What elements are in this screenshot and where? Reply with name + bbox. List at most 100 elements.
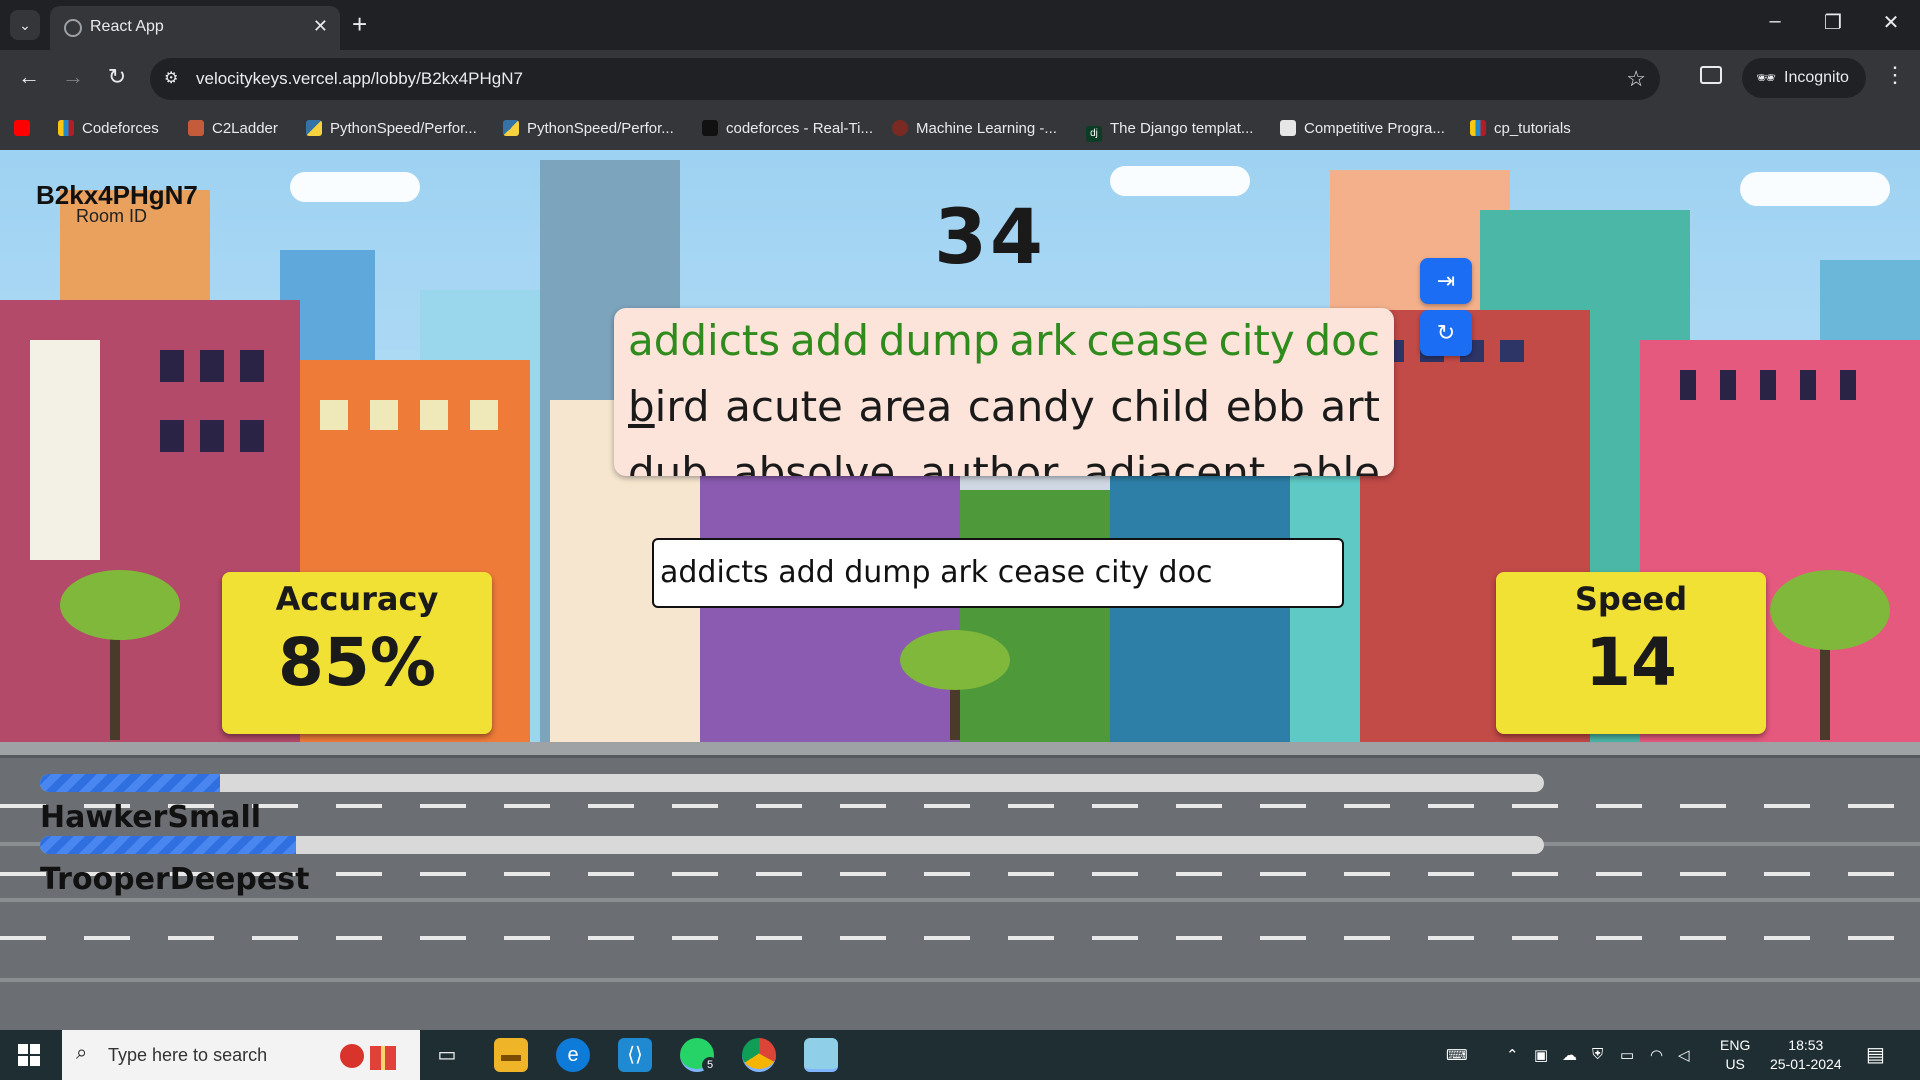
app-icon[interactable] [804, 1038, 838, 1072]
pending-word: author [920, 448, 1059, 476]
pending-word: dub [628, 448, 708, 476]
lang-top: ENG [1720, 1037, 1751, 1053]
typed-word: addicts [628, 316, 781, 365]
bookmark-label: PythonSpeed/Perfor... [527, 120, 674, 137]
pending-words-line: dub absolve author adjacent able [628, 440, 1380, 476]
notifications-icon[interactable]: ▤ [1866, 1042, 1885, 1067]
battery-icon[interactable]: ▭ [1620, 1046, 1634, 1064]
bookmark-django[interactable]: dj The Django templat... [1086, 117, 1253, 142]
cloud-icon[interactable]: ☁ [1562, 1046, 1577, 1064]
speed-value: 14 [1585, 624, 1677, 701]
pending-word: candy [967, 382, 1095, 431]
words-panel: addicts add dump ark cease city doc bird… [614, 308, 1394, 476]
pending-word: art [1320, 382, 1380, 431]
pending-word: child [1110, 382, 1211, 431]
back-arrow-icon[interactable]: ← [14, 64, 44, 90]
edge-icon[interactable]: e [556, 1038, 590, 1072]
vscode-icon[interactable]: ⟨⟩ [618, 1038, 652, 1072]
bookmark-competitive-programming[interactable]: Competitive Progra... [1280, 117, 1445, 141]
sidewalk-curb [0, 742, 1920, 758]
player-progress-fill [40, 836, 296, 854]
chevron-up-icon[interactable]: ⌃ [1506, 1046, 1519, 1064]
room-id-label: Room ID [76, 206, 148, 226]
pending-words-line: bird acute area candy child ebb art [628, 374, 1380, 440]
active-tab[interactable]: React App ✕ [50, 6, 340, 50]
wifi-icon[interactable]: ◠ [1650, 1046, 1663, 1064]
security-icon[interactable]: ⛨ [1592, 1046, 1603, 1063]
typing-input[interactable]: addicts add dump ark cease city doc [652, 538, 1344, 608]
new-tab-plus-icon[interactable]: + [352, 10, 367, 38]
exit-icon: ⇥ [1436, 268, 1456, 293]
minimize-icon[interactable]: – [1760, 10, 1790, 33]
volume-icon[interactable]: ◁ [1678, 1046, 1690, 1064]
bookmark-cp-tutorials[interactable]: cp_tutorials [1470, 117, 1571, 141]
side-panel-icon[interactable] [1700, 66, 1722, 84]
lang-bottom: US [1725, 1056, 1745, 1072]
bookmark-pythonspeed-2[interactable]: PythonSpeed/Perfor... [503, 117, 674, 141]
whatsapp-icon[interactable]: 5 [680, 1038, 718, 1073]
restore-icon[interactable]: ❐ [1818, 10, 1848, 35]
bookmark-machine-learning[interactable]: Machine Learning -... [892, 117, 1057, 141]
tree [1770, 570, 1890, 650]
typed-word: ark [1009, 316, 1077, 365]
tab-close-icon[interactable]: ✕ [313, 16, 328, 37]
player-name: HawkerSmall [40, 800, 262, 835]
keyboard-icon[interactable]: ⌨ [1446, 1046, 1468, 1064]
bookmark-codeforces[interactable]: Codeforces [58, 117, 159, 141]
incognito-badge[interactable]: 🕶 Incognito [1742, 58, 1866, 98]
tab-title: React App [90, 18, 164, 35]
tab-search-chevron-icon[interactable]: ⌄ [10, 10, 40, 40]
youtube-icon [14, 120, 30, 136]
browser-toolbar: ← → ↻ ⚙ velocitykeys.vercel.app/lobby/B2… [0, 50, 1920, 108]
window-close-icon[interactable]: ✕ [1876, 10, 1906, 35]
typed-word: add [789, 316, 869, 365]
taskbar-search[interactable]: ⌕ Type here to search [62, 1030, 420, 1080]
search-placeholder: Type here to search [108, 1045, 268, 1065]
whatsapp-badge: 5 [702, 1057, 718, 1073]
browser-menu-icon[interactable]: ⋮ [1884, 62, 1906, 88]
player-progress-track [40, 836, 1544, 854]
codeforces-icon [58, 120, 74, 136]
codeforces-icon [1470, 120, 1486, 136]
bookmark-label: PythonSpeed/Perfor... [330, 120, 477, 137]
accuracy-card: Accuracy 85% [222, 572, 492, 734]
lane-marking [0, 936, 1920, 940]
windows-start-icon[interactable] [18, 1044, 40, 1066]
bookmark-codeforces-realtime[interactable]: codeforces - Real-Ti... [702, 117, 873, 141]
bookmark-label: Machine Learning -... [916, 120, 1057, 137]
url-text[interactable]: velocitykeys.vercel.app/lobby/B2kx4PHgN7 [196, 69, 523, 89]
restart-button[interactable]: ↻ [1420, 310, 1472, 356]
bookmark-youtube[interactable] [14, 117, 38, 141]
file-explorer-icon[interactable]: ▬ [494, 1038, 528, 1072]
c2ladder-icon [188, 120, 204, 136]
accuracy-value: 85% [278, 624, 436, 701]
leave-room-button[interactable]: ⇥ [1420, 258, 1472, 304]
windows-taskbar: ⌕ Type here to search ▭ ▬ e ⟨⟩ 5 ⌨ ⌃ ▣ ☁… [0, 1030, 1920, 1080]
forward-arrow-icon[interactable]: → [58, 64, 88, 90]
incognito-icon: 🕶 [1756, 70, 1777, 87]
django-icon: dj [1086, 126, 1102, 142]
typed-word: dump [878, 316, 1000, 365]
language-indicator[interactable]: ENG US [1720, 1036, 1750, 1074]
bookmark-pythonspeed-1[interactable]: PythonSpeed/Perfor... [306, 117, 477, 141]
refresh-icon: ↻ [1436, 320, 1456, 345]
address-bar[interactable]: ⚙ velocitykeys.vercel.app/lobby/B2kx4PHg… [150, 58, 1660, 100]
cloud [1110, 166, 1250, 196]
site-info-icon[interactable]: ⚙ [164, 68, 178, 88]
bookmark-c2ladder[interactable]: C2Ladder [188, 117, 278, 141]
ml-icon [892, 120, 908, 136]
current-word-rest: ird [654, 382, 710, 431]
meet-icon[interactable]: ▣ [1534, 1046, 1548, 1064]
player-progress-fill [40, 774, 221, 792]
clock-date: 25-01-2024 [1770, 1056, 1842, 1072]
browser-tab-bar: ⌄ React App ✕ + – ❐ ✕ [0, 0, 1920, 50]
reload-icon[interactable]: ↻ [102, 64, 132, 90]
bookmark-star-icon[interactable]: ☆ [1626, 66, 1646, 92]
system-clock[interactable]: 18:53 25-01-2024 [1770, 1036, 1842, 1074]
chrome-icon[interactable] [742, 1038, 776, 1072]
python-icon [306, 120, 322, 136]
task-view-icon[interactable]: ▭ [430, 1038, 464, 1072]
speed-title: Speed [1574, 580, 1688, 618]
lane-divider [0, 898, 1920, 902]
game-page: B2kx4PHgN7 Room ID 34 addicts add dump a… [0, 150, 1920, 1030]
